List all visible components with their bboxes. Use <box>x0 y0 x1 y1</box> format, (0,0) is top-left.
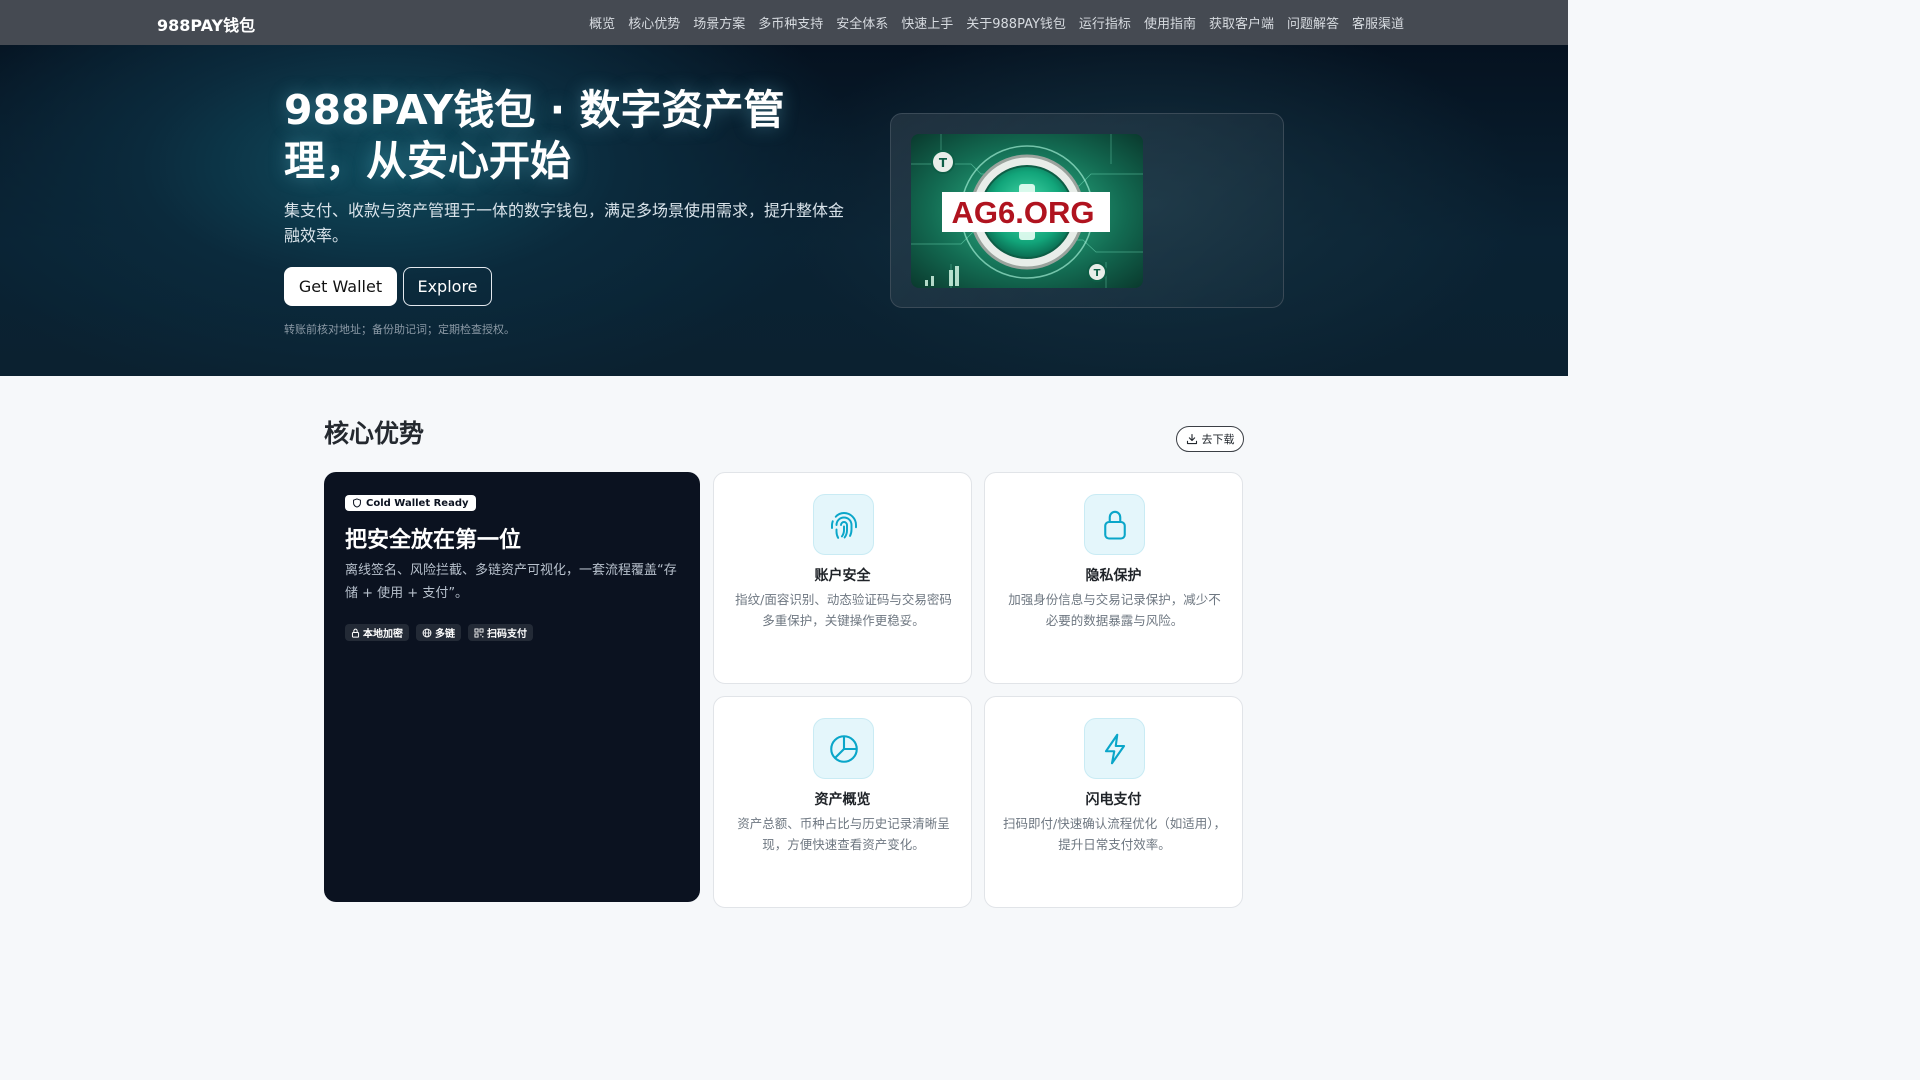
nav-link-guide[interactable]: 使用指南 <box>1144 13 1196 32</box>
nav-link-client[interactable]: 获取客户端 <box>1209 13 1274 32</box>
nav-link-security[interactable]: 安全体系 <box>836 13 888 32</box>
download-button-label: 去下载 <box>1201 433 1235 446</box>
chip-multi-chain: 多链 <box>416 624 461 641</box>
get-wallet-button[interactable]: Get Wallet <box>284 267 397 306</box>
security-card-description: 离线签名、风险拦截、多链资产可视化，一套流程覆盖“存储 + 使用 + 支付”。 <box>345 563 677 601</box>
download-button[interactable]: 去下载 <box>1176 426 1244 452</box>
top-navbar: 988PAY钱包 概览 核心优势 场景方案 多币种支持 安全体系 快速上手 关于… <box>0 0 1568 45</box>
chip-qr-payment: 扫码支付 <box>468 624 533 641</box>
feature-title: 闪电支付 <box>1085 792 1142 808</box>
pie-chart-icon <box>813 718 874 779</box>
coin-illustration: T T AG6.ORG <box>911 134 1143 288</box>
nav-link-advantages[interactable]: 核心优势 <box>628 13 680 32</box>
feature-chips: 本地加密 多链 扫码支付 <box>345 624 533 641</box>
cold-wallet-badge: Cold Wallet Ready <box>345 495 476 511</box>
nav-link-support[interactable]: 客服渠道 <box>1352 13 1404 32</box>
hero-image-card: T T AG6.ORG <box>890 113 1284 308</box>
fingerprint-icon <box>813 494 874 555</box>
feature-card-asset-overview: 资产概览 资产总额、币种占比与历史记录清晰呈现，方便快速查看资产变化。 <box>713 696 972 908</box>
feature-description: 加强身份信息与交易记录保护，减少不必要的数据暴露与风险。 <box>1008 592 1221 628</box>
badge-label: Cold Wallet Ready <box>366 497 469 509</box>
shield-icon <box>353 498 361 508</box>
image-caption: AG6.ORG <box>952 195 1095 230</box>
lightning-icon <box>1084 718 1145 779</box>
qr-code-icon <box>474 628 484 637</box>
nav-link-multi-currency[interactable]: 多币种支持 <box>758 13 823 32</box>
globe-icon <box>422 628 432 637</box>
svg-text:T: T <box>1094 268 1101 279</box>
feature-description: 资产总额、币种占比与历史记录清晰呈现，方便快速查看资产变化。 <box>737 816 950 852</box>
chip-local-encryption: 本地加密 <box>345 624 409 641</box>
lock-icon <box>1084 494 1145 555</box>
nav-link-faq[interactable]: 问题解答 <box>1287 13 1339 32</box>
nav-link-overview[interactable]: 概览 <box>589 13 615 32</box>
download-icon <box>1186 433 1197 445</box>
security-feature-card: Cold Wallet Ready 把安全放在第一位 离线签名、风险拦截、多链资… <box>324 472 700 902</box>
feature-title: 隐私保护 <box>1085 568 1142 584</box>
hero-section: 988PAY钱包 · 数字资产管理，从安心开始 集支付、收款与资产管理于一体的数… <box>0 45 1568 376</box>
lock-icon <box>351 628 360 638</box>
explore-button[interactable]: Explore <box>403 267 492 306</box>
nav-link-metrics[interactable]: 运行指标 <box>1079 13 1131 32</box>
feature-card-account-security: 账户安全 指纹/面容识别、动态验证码与交易密码多重保护，关键操作更稳妥。 <box>713 472 972 684</box>
hero-image: T T AG6.ORG <box>911 134 1143 288</box>
nav-link-scenarios[interactable]: 场景方案 <box>693 13 745 32</box>
feature-description: 指纹/面容识别、动态验证码与交易密码多重保护，关键操作更稳妥。 <box>735 592 952 628</box>
hero-title: 988PAY钱包 · 数字资产管理，从安心开始 <box>284 86 785 185</box>
hero-safety-note: 转账前核对地址；备份助记词；定期检查授权。 <box>284 323 515 336</box>
nav-link-quickstart[interactable]: 快速上手 <box>901 13 953 32</box>
brand-logo[interactable]: 988PAY钱包 <box>157 12 255 36</box>
feature-card-privacy: 隐私保护 加强身份信息与交易记录保护，减少不必要的数据暴露与风险。 <box>984 472 1243 684</box>
nav-link-about[interactable]: 关于988PAY钱包 <box>966 13 1066 32</box>
nav-links: 概览 核心优势 场景方案 多币种支持 安全体系 快速上手 关于988PAY钱包 … <box>589 0 1404 45</box>
section-title: 核心优势 <box>324 419 425 448</box>
feature-title: 资产概览 <box>814 792 871 808</box>
feature-description: 扫码即付/快速确认流程优化（如适用），提升日常支付效率。 <box>1003 816 1226 852</box>
security-card-title: 把安全放在第一位 <box>345 528 522 553</box>
feature-card-lightning-pay: 闪电支付 扫码即付/快速确认流程优化（如适用），提升日常支付效率。 <box>984 696 1243 908</box>
hero-subtitle: 集支付、收款与资产管理于一体的数字钱包，满足多场景使用需求，提升整体金融效率。 <box>284 201 845 245</box>
feature-title: 账户安全 <box>814 568 871 584</box>
svg-text:T: T <box>939 156 948 170</box>
